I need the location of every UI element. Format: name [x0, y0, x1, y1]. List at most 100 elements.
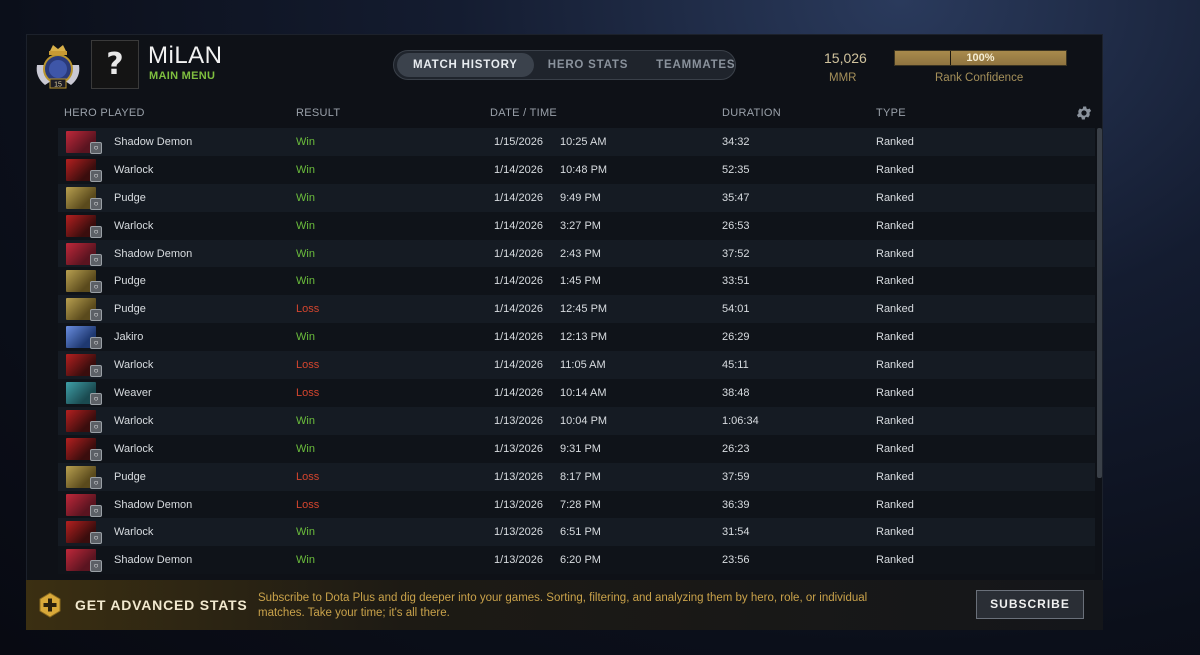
match-date: 1/15/2026	[494, 136, 543, 148]
hero-name: Shadow Demon	[114, 136, 193, 148]
match-date: 1/14/2026	[494, 163, 543, 176]
match-date: 1/13/2026	[494, 554, 543, 567]
table-row[interactable]: ○ Shadow Demon Loss 1/13/2026 7:28 PM 36:39 Ra…	[58, 490, 1095, 519]
hero-name: Warlock	[114, 414, 154, 427]
table-row[interactable]: ○ Warlock Win 1/13/2026 10:04 PM 1:06:34 Ranke…	[58, 406, 1095, 435]
match-time: 2:43 PM	[560, 247, 601, 260]
hero-name: Shadow Demon	[114, 247, 193, 260]
match-result: Win	[296, 163, 315, 176]
match-duration: 54:01	[722, 303, 750, 316]
rank-confidence-bar: 100%	[894, 50, 1067, 66]
match-date: 1/13/2026	[494, 498, 543, 511]
table-row[interactable]: ○ Warlock Loss 1/14/2026 11:05 AM 45:11 Ranked	[58, 351, 1095, 380]
match-time: 10:48 PM	[560, 163, 608, 176]
match-type: Ranked	[876, 219, 914, 232]
subscribe-button[interactable]: SUBSCRIBE	[976, 590, 1084, 619]
table-row[interactable]: ○ Warlock Win 1/13/2026 6:51 PM 31:54 Ranked	[58, 518, 1095, 547]
table-row[interactable]: ○ Shadow Demon Win 1/13/2026 6:20 PM 23:56 Ran…	[58, 546, 1095, 575]
match-date: 1/14/2026	[494, 275, 543, 288]
match-result: Loss	[296, 303, 320, 316]
match-result: Win	[296, 331, 315, 344]
table-row[interactable]: ○ Warlock Win 1/14/2026 10:48 PM 52:35 Ranked	[58, 155, 1095, 184]
scrollbar[interactable]	[1097, 128, 1102, 478]
tab-match-history[interactable]: MATCH HISTORY	[397, 53, 534, 77]
dota-plus-icon	[39, 592, 61, 618]
match-date: 1/13/2026	[494, 470, 543, 483]
hero-name: Shadow Demon	[114, 554, 193, 567]
hero-name: Warlock	[114, 163, 154, 176]
match-type: Ranked	[876, 554, 914, 567]
gear-icon[interactable]	[1075, 104, 1093, 122]
main-menu-link[interactable]: MAIN MENU	[149, 70, 215, 82]
match-result: Win	[296, 247, 315, 260]
rank-medal-icon: 15	[36, 45, 80, 89]
role-icon: ○	[90, 476, 102, 489]
match-type: Ranked	[876, 136, 914, 148]
match-result: Loss	[296, 387, 320, 400]
match-date: 1/14/2026	[494, 247, 543, 260]
match-time: 10:14 AM	[560, 387, 607, 400]
match-result: Win	[296, 526, 315, 539]
avatar[interactable]: ?	[91, 40, 139, 89]
role-icon: ○	[90, 309, 102, 322]
table-row[interactable]: ○ Pudge Win 1/14/2026 9:49 PM 35:47 Ranked	[58, 183, 1095, 212]
column-header-duration[interactable]: DURATION	[722, 107, 781, 119]
match-date: 1/13/2026	[494, 442, 543, 455]
match-duration: 37:52	[722, 247, 750, 260]
hero-name: Warlock	[114, 442, 154, 455]
match-type: Ranked	[876, 247, 914, 260]
hero-name: Warlock	[114, 359, 154, 372]
match-date: 1/14/2026	[494, 331, 543, 344]
match-duration: 52:35	[722, 163, 750, 176]
match-date: 1/13/2026	[494, 526, 543, 539]
match-duration: 31:54	[722, 526, 750, 539]
table-row[interactable]: ○ Pudge Win 1/14/2026 1:45 PM 33:51 Ranked	[58, 267, 1095, 296]
column-header-datetime[interactable]: DATE / TIME	[490, 107, 557, 119]
match-time: 12:45 PM	[560, 303, 608, 316]
match-duration: 26:23	[722, 442, 750, 455]
match-type: Ranked	[876, 359, 914, 372]
match-date: 1/14/2026	[494, 387, 543, 400]
match-time: 6:20 PM	[560, 554, 601, 567]
table-row[interactable]: ○ Pudge Loss 1/13/2026 8:17 PM 37:59 Ranked	[58, 462, 1095, 491]
match-duration: 26:29	[722, 331, 750, 344]
role-icon: ○	[90, 532, 102, 545]
column-header-result[interactable]: RESULT	[296, 107, 340, 119]
table-row[interactable]: ○ Pudge Loss 1/14/2026 12:45 PM 54:01 Ranked	[58, 295, 1095, 324]
role-icon: ○	[90, 560, 102, 573]
match-duration: 45:11	[722, 359, 749, 372]
tab-teammates[interactable]: TEAMMATES	[642, 53, 749, 77]
match-time: 11:05 AM	[560, 359, 606, 372]
player-name[interactable]: MiLAN	[148, 42, 223, 70]
match-duration: 37:59	[722, 470, 750, 483]
match-type: Ranked	[876, 163, 914, 176]
table-row[interactable]: ○ Warlock Win 1/14/2026 3:27 PM 26:53 Ranked	[58, 211, 1095, 240]
table-row[interactable]: ○ Warlock Win 1/13/2026 9:31 PM 26:23 Ranked	[58, 434, 1095, 463]
role-icon: ○	[90, 337, 102, 350]
hero-name: Warlock	[114, 526, 154, 539]
match-time: 8:17 PM	[560, 470, 601, 483]
mmr-label: MMR	[829, 72, 857, 84]
match-type: Ranked	[876, 303, 914, 316]
column-header-hero[interactable]: HERO PLAYED	[64, 107, 145, 119]
hero-name: Jakiro	[114, 331, 144, 344]
role-icon: ○	[90, 169, 102, 182]
table-row[interactable]: ○ Weaver Loss 1/14/2026 10:14 AM 38:48 Ranked	[58, 379, 1095, 407]
match-result: Loss	[296, 498, 320, 511]
table-row[interactable]: ○ Jakiro Win 1/14/2026 12:13 PM 26:29 Ranked	[58, 323, 1095, 352]
column-header-type[interactable]: TYPE	[876, 107, 906, 119]
hero-name: Shadow Demon	[114, 498, 193, 511]
match-duration: 26:53	[722, 219, 750, 232]
table-row[interactable]: ○ Shadow Demon Win 1/15/2026 10:25 AM 34:32 Ra…	[58, 128, 1095, 156]
hero-name: Pudge	[114, 470, 146, 483]
match-duration: 1:06:34	[722, 414, 759, 427]
table-row[interactable]: ○ Shadow Demon Win 1/14/2026 2:43 PM 37:52 Ran…	[58, 239, 1095, 268]
tab-hero-stats[interactable]: HERO STATS	[534, 53, 642, 77]
role-icon: ○	[90, 393, 102, 406]
rank-confidence-label: Rank Confidence	[935, 72, 1024, 84]
role-icon: ○	[90, 281, 102, 294]
match-result: Win	[296, 191, 315, 204]
match-time: 12:13 PM	[560, 331, 608, 344]
role-icon: ○	[90, 197, 102, 210]
match-time: 6:51 PM	[560, 526, 601, 539]
